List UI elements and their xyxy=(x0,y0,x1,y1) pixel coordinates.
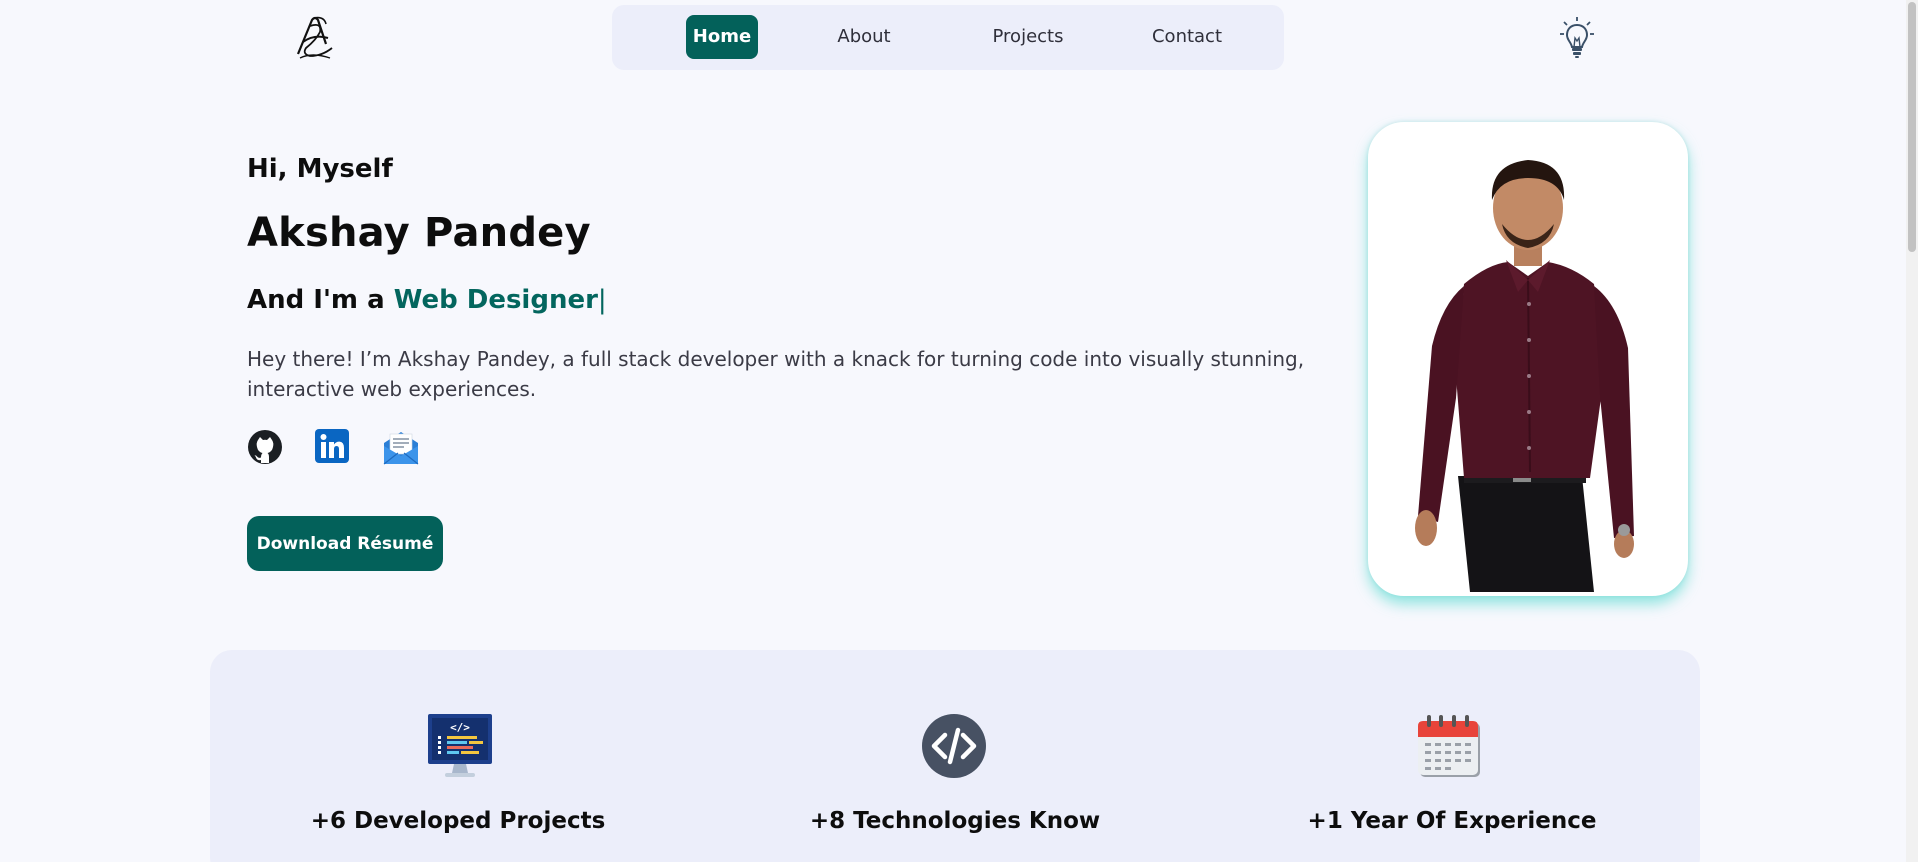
hero-bio: Hey there! I’m Akshay Pandey, a full sta… xyxy=(247,347,1305,401)
stat-projects-label: +6 Developed Projects xyxy=(310,808,606,834)
scrollbar-thumb[interactable] xyxy=(1908,2,1916,252)
role-highlight: Web Designer xyxy=(393,285,598,315)
svg-text:</>: </> xyxy=(450,721,470,734)
calendar-icon xyxy=(1418,715,1480,777)
typing-cursor: | xyxy=(597,285,607,315)
signature-logo-icon[interactable] xyxy=(292,14,336,60)
lightbulb-icon[interactable] xyxy=(1559,16,1595,60)
monitor-code-icon: </> xyxy=(428,714,492,777)
profile-photo xyxy=(1372,126,1684,592)
profile-photo-card xyxy=(1368,122,1688,596)
nav-contact[interactable]: Contact xyxy=(1132,15,1242,59)
role-line: And I'm a Web Designer| xyxy=(247,285,607,315)
linkedin-icon[interactable] xyxy=(314,428,352,466)
stats-panel: </> +6 Developed Projects +8 Technologie… xyxy=(210,650,1700,862)
download-resume-button[interactable]: Download Résumé xyxy=(247,516,443,571)
nav-projects[interactable]: Projects xyxy=(980,15,1076,59)
hero-name: Akshay Pandey xyxy=(247,210,591,256)
nav-home[interactable]: Home xyxy=(686,15,758,59)
code-brackets-icon xyxy=(922,714,986,778)
nav-about[interactable]: About xyxy=(828,15,900,59)
github-icon[interactable] xyxy=(246,428,284,466)
stat-experience-label: +1 Year Of Experience xyxy=(1307,808,1597,834)
role-prefix: And I'm a xyxy=(247,285,385,315)
greeting-text: Hi, Myself xyxy=(247,154,393,184)
main-nav: Home About Projects Contact xyxy=(612,5,1284,70)
page-scrollbar[interactable] xyxy=(1906,0,1918,862)
email-icon[interactable] xyxy=(382,428,420,466)
stat-technologies-label: +8 Technologies Know xyxy=(809,808,1101,834)
